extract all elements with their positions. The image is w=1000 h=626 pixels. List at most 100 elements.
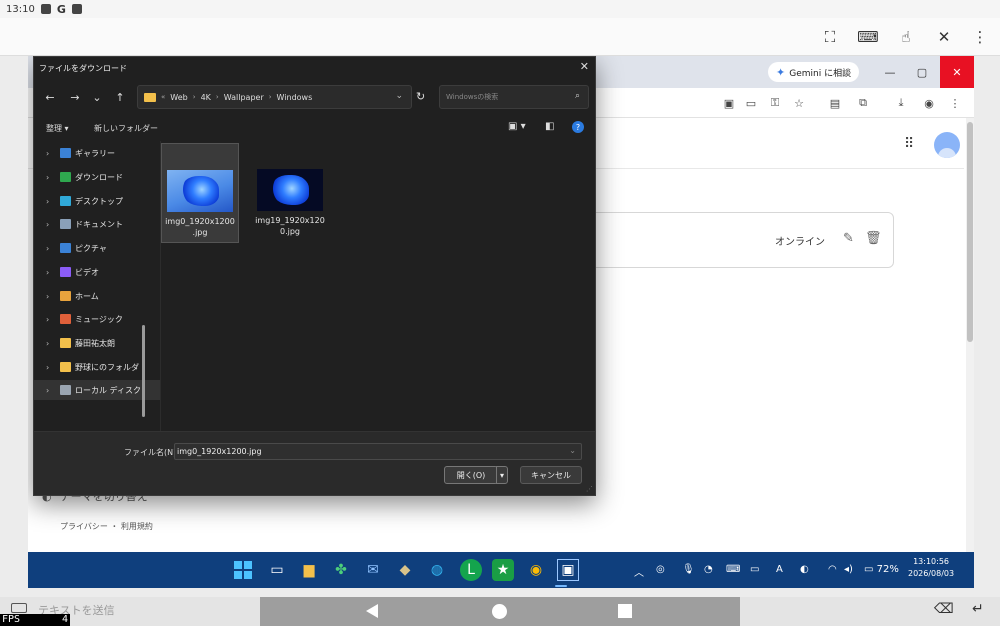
breadcrumb[interactable]: « Web › 4K › Wallpaper › Windows ⌄	[137, 85, 412, 109]
home-icon	[60, 291, 71, 301]
tree-item-documents[interactable]: › ドキュメント	[34, 214, 160, 234]
mail-icon[interactable]: ✉	[362, 559, 384, 581]
tray-window-icon[interactable]: ▭	[750, 564, 759, 575]
android-status-bar: 13:10 G	[0, 0, 1000, 18]
file-item[interactable]: img19_1920x120 0.jpg	[251, 143, 329, 243]
back-triangle-icon[interactable]	[366, 604, 378, 618]
keyboard-off-icon[interactable]: ⌨	[857, 27, 879, 47]
organize-menu[interactable]: 整理 ▾	[46, 123, 69, 134]
widgets-icon[interactable]: ✤	[330, 559, 352, 581]
media-icon[interactable]: ▤	[828, 96, 842, 110]
fullscreen-icon[interactable]: ⛶	[820, 27, 840, 47]
more-vert-icon[interactable]: ⋮	[970, 27, 990, 47]
preview-pane-icon[interactable]: ◧	[545, 121, 554, 132]
file-item[interactable]: img0_1920x1200 .jpg	[161, 143, 239, 243]
cancel-button[interactable]: キャンセル	[520, 466, 582, 484]
cast-icon[interactable]: ▭	[744, 96, 758, 110]
recents-square-icon[interactable]	[618, 604, 632, 618]
dialog-close-icon[interactable]: ✕	[580, 60, 589, 73]
extensions-icon[interactable]: ⧉	[856, 96, 870, 110]
tray-chevron-icon[interactable]: ︿	[634, 564, 644, 579]
start-button[interactable]	[232, 559, 254, 581]
breadcrumb-overflow[interactable]: «	[161, 93, 165, 101]
app-icon[interactable]: ◆	[394, 559, 416, 581]
security-icon[interactable]: ★	[492, 559, 514, 581]
navigation-pane: › ギャラリー › ダウンロード › デスクトップ › ドキュメント › ピクチャ › ビデ…	[34, 141, 160, 431]
breadcrumb-item[interactable]: Web	[170, 93, 187, 102]
gemini-button[interactable]: ✦ Gemini に相談	[768, 62, 860, 82]
folder-icon	[60, 338, 71, 348]
file-name: img19_1920x120	[255, 216, 325, 225]
restore-button[interactable]: ▢	[906, 56, 938, 88]
tree-item-home[interactable]: › ホーム	[34, 286, 160, 306]
tray-sync-icon[interactable]: ◔	[704, 564, 713, 575]
forward-arrow-icon[interactable]: →	[67, 89, 83, 105]
chrome-icon[interactable]: ◉	[525, 559, 547, 581]
tree-item-videos[interactable]: › ビデオ	[34, 262, 160, 282]
tray-app-icon[interactable]: ◎	[656, 564, 665, 575]
enter-icon[interactable]: ↵	[972, 601, 984, 617]
clock-time: 13:10:56	[913, 557, 950, 566]
tree-scrollbar[interactable]	[142, 325, 145, 417]
battery-icon[interactable]: ▭ 72%	[864, 564, 899, 575]
bookmark-star-icon[interactable]: ☆	[792, 96, 806, 110]
keyboard-icon[interactable]	[11, 603, 27, 613]
open-dropdown-button[interactable]: ▾	[496, 466, 508, 484]
search-input[interactable]: Windowsの検索 ⌕	[439, 85, 589, 109]
globe-icon[interactable]: ◐	[800, 564, 809, 575]
tree-item-downloads[interactable]: › ダウンロード	[34, 167, 160, 187]
font-icon[interactable]: A	[776, 564, 783, 575]
file-explorer-icon[interactable]: ▆	[298, 559, 320, 581]
keyboard-icon[interactable]: ⌨	[726, 564, 740, 575]
wifi-icon[interactable]: ◠	[828, 564, 837, 575]
view-icon[interactable]: ▣ ▾	[508, 121, 526, 132]
chevron-down-icon[interactable]: ⌄	[395, 91, 403, 101]
dialog-title: ファイルをダウンロード	[39, 63, 127, 73]
edge-icon[interactable]: ◍	[426, 559, 448, 581]
apps-grid-icon[interactable]: ⠿	[904, 136, 914, 152]
breadcrumb-item[interactable]: 4K	[201, 93, 211, 102]
dialog-footer: ファイル名(N): img0_1920x1200.jpg ⌄ 開く(O) ▾ キ…	[34, 431, 595, 495]
filename-field[interactable]: img0_1920x1200.jpg ⌄	[174, 443, 582, 460]
battery-percent: 72%	[876, 564, 899, 575]
resize-grip-icon[interactable]: ⋰	[586, 485, 593, 493]
breadcrumb-item[interactable]: Windows	[277, 93, 313, 102]
profile-icon[interactable]: ◉	[922, 96, 936, 110]
refresh-icon[interactable]: ↻	[416, 90, 425, 103]
chevron-down-icon[interactable]: ⌄	[569, 446, 576, 455]
help-icon[interactable]: ?	[572, 121, 584, 133]
clock[interactable]: 13:10:56 2026/08/03	[908, 556, 954, 580]
page-footer[interactable]: プライバシー ・ 利用規約	[60, 521, 153, 532]
screenshot-icon[interactable]: ▣	[722, 96, 736, 110]
page-scrollbar[interactable]	[966, 118, 974, 588]
line-icon[interactable]: L	[460, 559, 482, 581]
touch-icon[interactable]: ☝	[896, 27, 916, 47]
open-button[interactable]: 開く(O)	[444, 466, 498, 484]
tree-item-pictures[interactable]: › ピクチャ	[34, 238, 160, 258]
microphone-icon[interactable]: 🎙	[682, 564, 695, 575]
download-icon[interactable]: ⤓	[894, 96, 908, 110]
backspace-icon[interactable]: ⌫	[934, 601, 954, 617]
task-view-icon[interactable]: ▭	[266, 559, 288, 581]
close-window-button[interactable]: ✕	[940, 56, 974, 88]
tree-item-gallery[interactable]: › ギャラリー	[34, 143, 160, 163]
tree-item-desktop[interactable]: › デスクトップ	[34, 191, 160, 211]
new-folder-button[interactable]: 新しいフォルダー	[94, 123, 158, 134]
up-arrow-icon[interactable]: ↑	[112, 89, 128, 105]
history-chevron-icon[interactable]: ⌄	[89, 89, 105, 105]
organize-label: 整理	[46, 124, 62, 133]
chrome-menu-icon[interactable]: ⋮	[948, 96, 962, 110]
minimize-button[interactable]: —	[874, 56, 906, 88]
home-circle-icon[interactable]	[492, 604, 507, 619]
volume-icon[interactable]: ◂)	[844, 564, 853, 575]
delete-icon[interactable]: 🗑	[865, 231, 882, 246]
account-avatar[interactable]	[934, 132, 960, 158]
breadcrumb-item[interactable]: Wallpaper	[224, 93, 264, 102]
tree-label: ドキュメント	[75, 219, 123, 229]
back-arrow-icon[interactable]: ←	[42, 89, 58, 105]
gemini-icon: ✦	[776, 65, 786, 79]
remote-desktop-icon[interactable]: ▣	[557, 559, 579, 581]
edit-icon[interactable]: ✎	[843, 231, 854, 246]
key-icon[interactable]: ⚿	[768, 96, 782, 110]
pin-off-icon[interactable]: ✕	[934, 27, 954, 47]
